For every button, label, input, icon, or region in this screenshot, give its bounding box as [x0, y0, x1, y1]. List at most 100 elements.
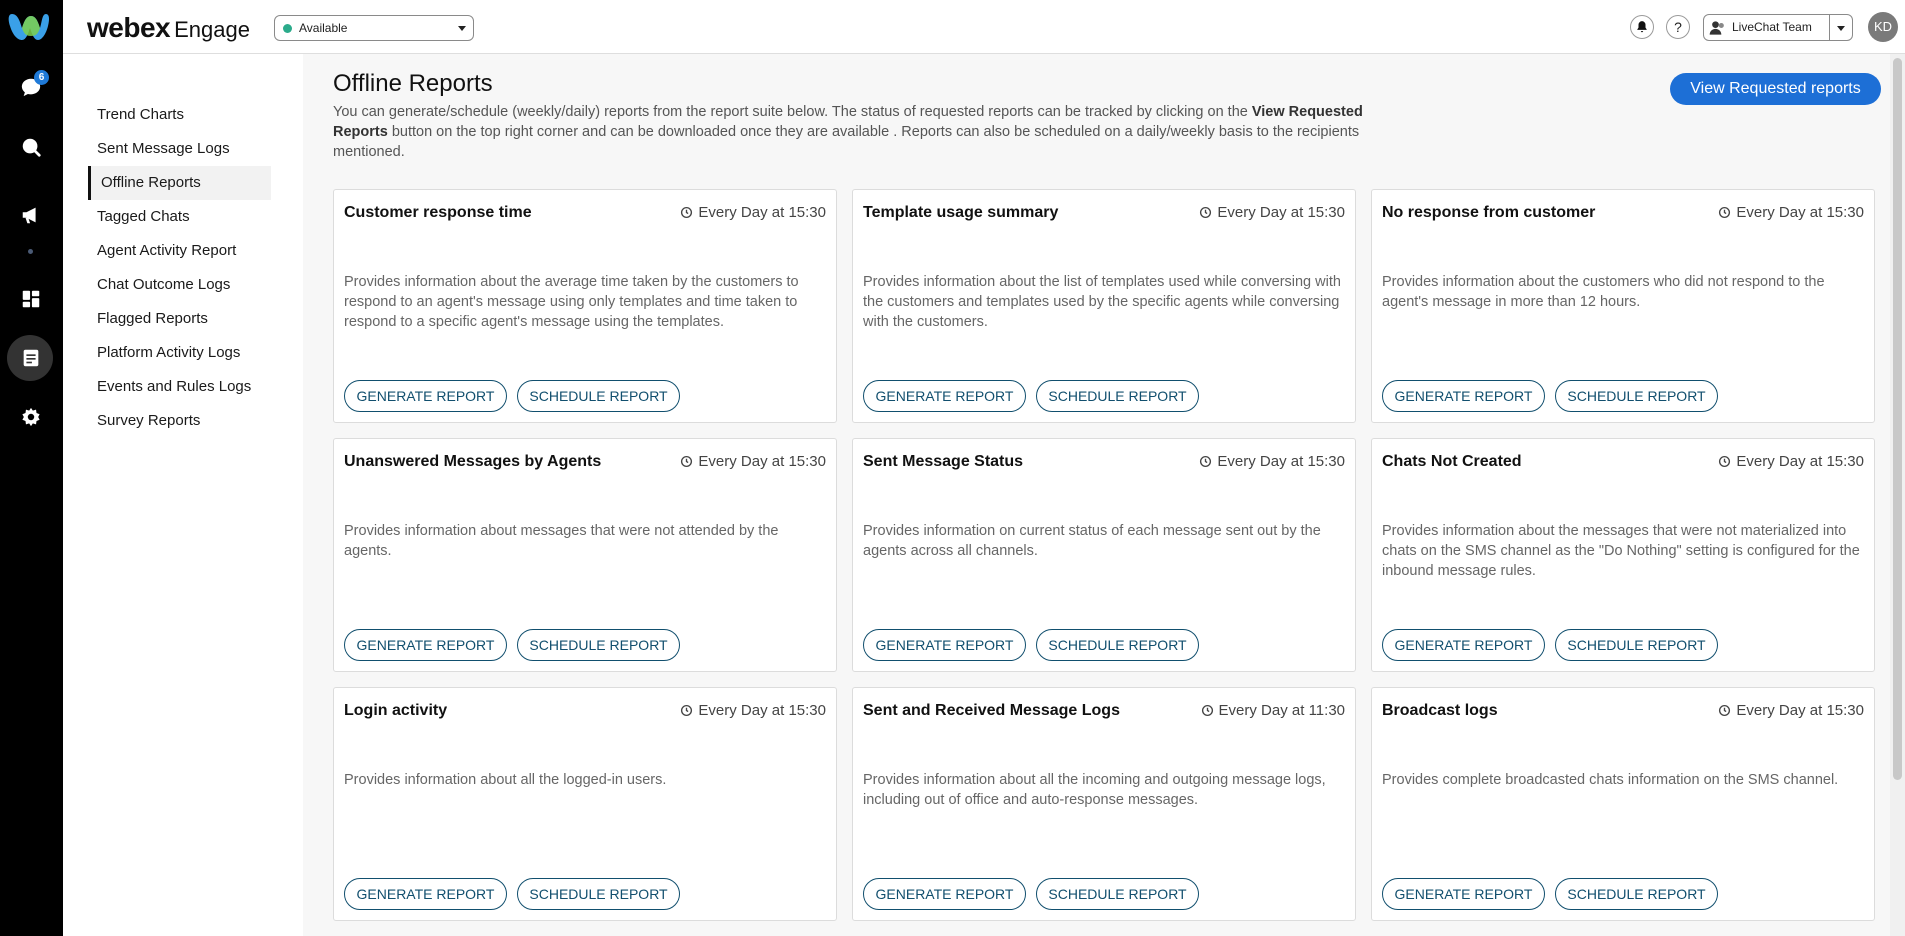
report-description: Provides information about messages that… [344, 523, 779, 559]
brand-logo[interactable]: webex Engage [87, 12, 250, 44]
report-card: Customer response time Every Day at 15:3… [333, 189, 837, 423]
report-description: Provides information on current status o… [863, 523, 1321, 559]
report-title: Sent and Received Message Logs [863, 702, 1120, 719]
report-card: Unanswered Messages by Agents Every Day … [333, 438, 837, 672]
report-title: Sent Message Status [863, 453, 1024, 470]
webex-logo-icon[interactable] [6, 6, 56, 46]
top-header: webex Engage Available ? LiveChat Team KD [63, 0, 1905, 54]
desc-text: You can generate/schedule (weekly/daily)… [333, 104, 1252, 120]
schedule-report-button[interactable]: SCHEDULE REPORT [517, 878, 680, 910]
report-card: No response from customer Every Day at 1… [1371, 189, 1875, 423]
report-description: Provides information about the average t… [344, 274, 799, 330]
sidenav-item-platform-activity-logs[interactable]: Platform Activity Logs [89, 336, 272, 370]
separator-dot [28, 249, 33, 254]
clock-icon [1201, 704, 1213, 717]
report-title: Broadcast logs [1382, 702, 1498, 719]
schedule-report-button[interactable]: SCHEDULE REPORT [1555, 380, 1718, 412]
schedule-report-button[interactable]: SCHEDULE REPORT [1555, 878, 1718, 910]
clock-icon [1719, 206, 1731, 219]
schedule-text: Every Day at 15:30 [1736, 204, 1864, 221]
schedule-report-button[interactable]: SCHEDULE REPORT [1555, 629, 1718, 661]
team-select[interactable]: LiveChat Team [1703, 14, 1853, 41]
sidenav-item-trend-charts[interactable]: Trend Charts [89, 98, 272, 132]
report-description: Provides information about the messages … [1382, 523, 1860, 579]
schedule-report-button[interactable]: SCHEDULE REPORT [517, 380, 680, 412]
view-requested-reports-button[interactable]: View Requested reports [1670, 73, 1881, 105]
sidenav-item-sent-message-logs[interactable]: Sent Message Logs [89, 132, 272, 166]
settings-icon[interactable] [14, 400, 48, 434]
clock-icon [681, 455, 693, 468]
report-description: Provides information about the list of t… [863, 274, 1341, 330]
clock-icon [1719, 455, 1731, 468]
brand-sub: Engage [174, 17, 250, 42]
sidenav-item-chat-outcome-logs[interactable]: Chat Outcome Logs [89, 268, 272, 302]
schedule-report-button[interactable]: SCHEDULE REPORT [1036, 878, 1199, 910]
report-schedule: Every Day at 15:30 [1199, 204, 1345, 221]
sidenav-item-survey-reports[interactable]: Survey Reports [89, 404, 272, 438]
availability-select[interactable]: Available [274, 15, 474, 41]
generate-report-button[interactable]: GENERATE REPORT [863, 380, 1026, 412]
reports-icon[interactable] [14, 341, 48, 375]
desc-text: button on the top right corner and can b… [333, 124, 1360, 160]
report-description: Provides information about all the incom… [863, 772, 1326, 808]
schedule-report-button[interactable]: SCHEDULE REPORT [1036, 629, 1199, 661]
clock-icon [1200, 206, 1212, 219]
generate-report-button[interactable]: GENERATE REPORT [344, 878, 507, 910]
report-title: Chats Not Created [1382, 453, 1522, 470]
availability-value: Available [299, 21, 348, 35]
schedule-report-button[interactable]: SCHEDULE REPORT [1036, 380, 1199, 412]
report-card: Broadcast logs Every Day at 15:30 Provid… [1371, 687, 1875, 921]
avatar[interactable]: KD [1868, 12, 1898, 42]
report-description: Provides information about the customers… [1382, 274, 1825, 310]
clock-icon [681, 704, 693, 717]
report-schedule: Every Day at 15:30 [680, 702, 826, 719]
schedule-text: Every Day at 15:30 [1736, 702, 1864, 719]
schedule-text: Every Day at 15:30 [698, 702, 826, 719]
schedule-text: Every Day at 15:30 [1217, 453, 1345, 470]
sidenav-item-agent-activity-report[interactable]: Agent Activity Report [89, 234, 272, 268]
report-schedule: Every Day at 15:30 [1718, 453, 1864, 470]
report-card: Login activity Every Day at 15:30 Provid… [333, 687, 837, 921]
generate-report-button[interactable]: GENERATE REPORT [863, 629, 1026, 661]
reports-sidenav: Trend Charts Sent Message Logs Offline R… [63, 54, 303, 936]
notifications-button[interactable] [1630, 15, 1654, 39]
clock-icon [681, 206, 693, 219]
help-button[interactable]: ? [1666, 15, 1690, 39]
app-rail: 6 [0, 0, 63, 936]
report-title: Login activity [344, 702, 448, 719]
available-status-dot [283, 24, 292, 33]
sidenav-item-offline-reports[interactable]: Offline Reports [88, 166, 271, 200]
generate-report-button[interactable]: GENERATE REPORT [863, 878, 1026, 910]
generate-report-button[interactable]: GENERATE REPORT [1382, 629, 1545, 661]
sidenav-item-flagged-reports[interactable]: Flagged Reports [89, 302, 272, 336]
schedule-report-button[interactable]: SCHEDULE REPORT [517, 629, 680, 661]
sidenav-item-events-and-rules-logs[interactable]: Events and Rules Logs [89, 370, 272, 404]
page-description: You can generate/schedule (weekly/daily)… [333, 102, 1363, 162]
report-schedule: Every Day at 11:30 [1201, 702, 1345, 719]
clock-icon [1200, 455, 1212, 468]
report-description: Provides complete broadcasted chats info… [1382, 772, 1839, 788]
generate-report-button[interactable]: GENERATE REPORT [1382, 380, 1545, 412]
search-icon[interactable] [14, 130, 48, 164]
report-title: No response from customer [1382, 204, 1596, 221]
report-description: Provides information about all the logge… [344, 772, 667, 788]
report-card: Sent Message Status Every Day at 15:30 P… [852, 438, 1356, 672]
page-scrollbar[interactable] [1890, 54, 1905, 936]
brand-name: webex [87, 12, 171, 43]
chat-badge: 6 [34, 70, 49, 85]
generate-report-button[interactable]: GENERATE REPORT [1382, 878, 1545, 910]
sidenav-item-tagged-chats[interactable]: Tagged Chats [89, 200, 272, 234]
megaphone-icon[interactable] [14, 198, 48, 232]
dashboard-icon[interactable] [14, 282, 48, 316]
report-card: Sent and Received Message Logs Every Day… [852, 687, 1356, 921]
scrollbar-thumb[interactable] [1893, 58, 1902, 780]
report-card: Chats Not Created Every Day at 15:30 Pro… [1371, 438, 1875, 672]
generate-report-button[interactable]: GENERATE REPORT [344, 380, 507, 412]
bell-icon [1637, 21, 1647, 33]
select-divider [1829, 15, 1830, 40]
report-title: Unanswered Messages by Agents [344, 453, 602, 470]
report-schedule: Every Day at 15:30 [1718, 204, 1864, 221]
generate-report-button[interactable]: GENERATE REPORT [344, 629, 507, 661]
chevron-down-icon [458, 26, 466, 31]
report-schedule: Every Day at 15:30 [680, 204, 826, 221]
